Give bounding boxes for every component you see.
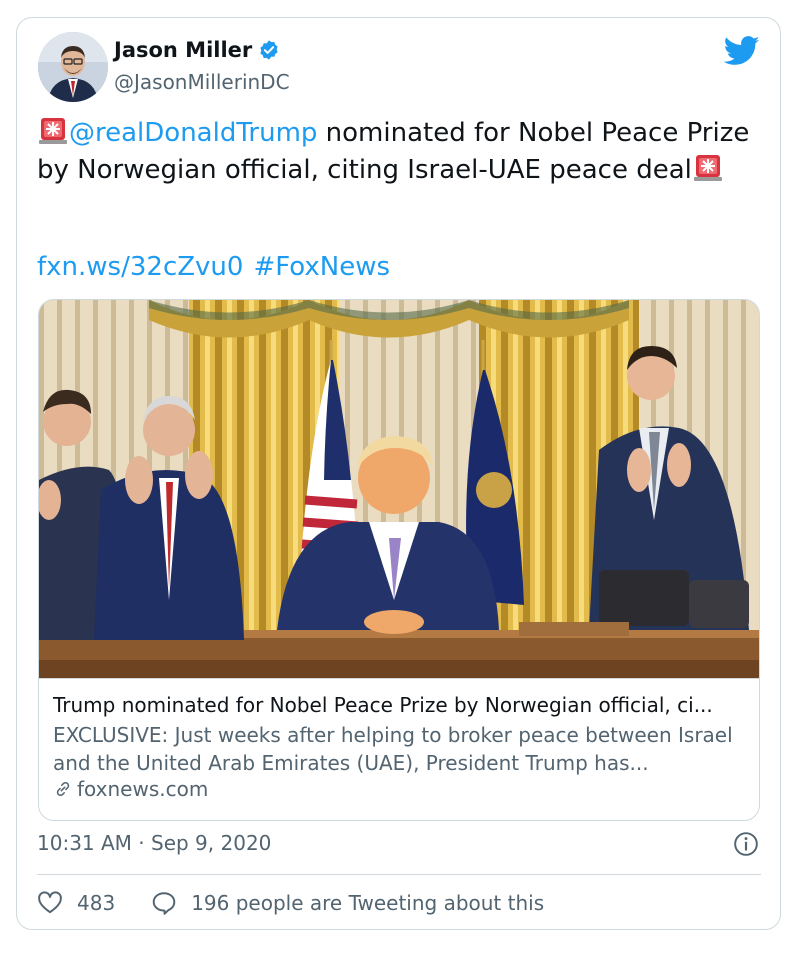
link-card-domain-text: foxnews.com	[77, 777, 209, 801]
link-preview-card[interactable]: Trump nominated for Nobel Peace Prize by…	[38, 299, 760, 821]
divider	[37, 874, 761, 875]
verified-badge-icon	[260, 40, 278, 60]
siren-emoji-icon	[39, 118, 67, 144]
like-count: 483	[77, 891, 116, 915]
tweet-card[interactable]: Jason Miller @JasonMillerinDC @realDonal…	[16, 17, 781, 930]
link-card-title[interactable]: Trump nominated for Nobel Peace Prize by…	[53, 693, 713, 717]
avatar[interactable]	[38, 32, 108, 102]
info-icon[interactable]	[733, 831, 759, 857]
link-card-description: EXCLUSIVE: Just weeks after helping to b…	[53, 723, 733, 775]
twitter-bird-icon[interactable]	[724, 36, 760, 66]
hashtag-link[interactable]: #FoxNews	[253, 252, 390, 282]
siren-emoji-icon	[693, 155, 722, 181]
tweet-timestamp[interactable]: 10:31 AM · Sep 9, 2020	[37, 831, 271, 855]
link-icon	[56, 781, 70, 797]
tweet-text: @realDonaldTrump nominated for Nobel Pea…	[37, 114, 757, 188]
tweeting-about-text: 196 people are Tweeting about this	[191, 891, 545, 915]
tweet-actions: 483 196 people are Tweeting about this	[37, 890, 580, 916]
tweeting-about-link[interactable]: 196 people are Tweeting about this	[151, 890, 544, 916]
mention-link[interactable]: @realDonaldTrump	[69, 118, 317, 148]
tweet-links: fxn.ws/32cZvu0 #FoxNews	[37, 252, 400, 282]
author-name[interactable]: Jason Miller	[114, 38, 252, 62]
heart-icon	[38, 891, 62, 914]
link-card-domain: foxnews.com	[53, 777, 208, 801]
link-card-meta[interactable]: Trump nominated for Nobel Peace Prize by…	[39, 678, 759, 820]
preview-photo[interactable]	[39, 300, 760, 678]
author-row[interactable]: Jason Miller	[114, 38, 280, 62]
short-link[interactable]: fxn.ws/32cZvu0	[37, 252, 243, 282]
avatar-image	[38, 32, 108, 102]
like-button[interactable]: 483	[37, 890, 115, 916]
speech-bubble-icon	[152, 892, 176, 915]
author-handle[interactable]: @JasonMillerinDC	[114, 70, 290, 94]
